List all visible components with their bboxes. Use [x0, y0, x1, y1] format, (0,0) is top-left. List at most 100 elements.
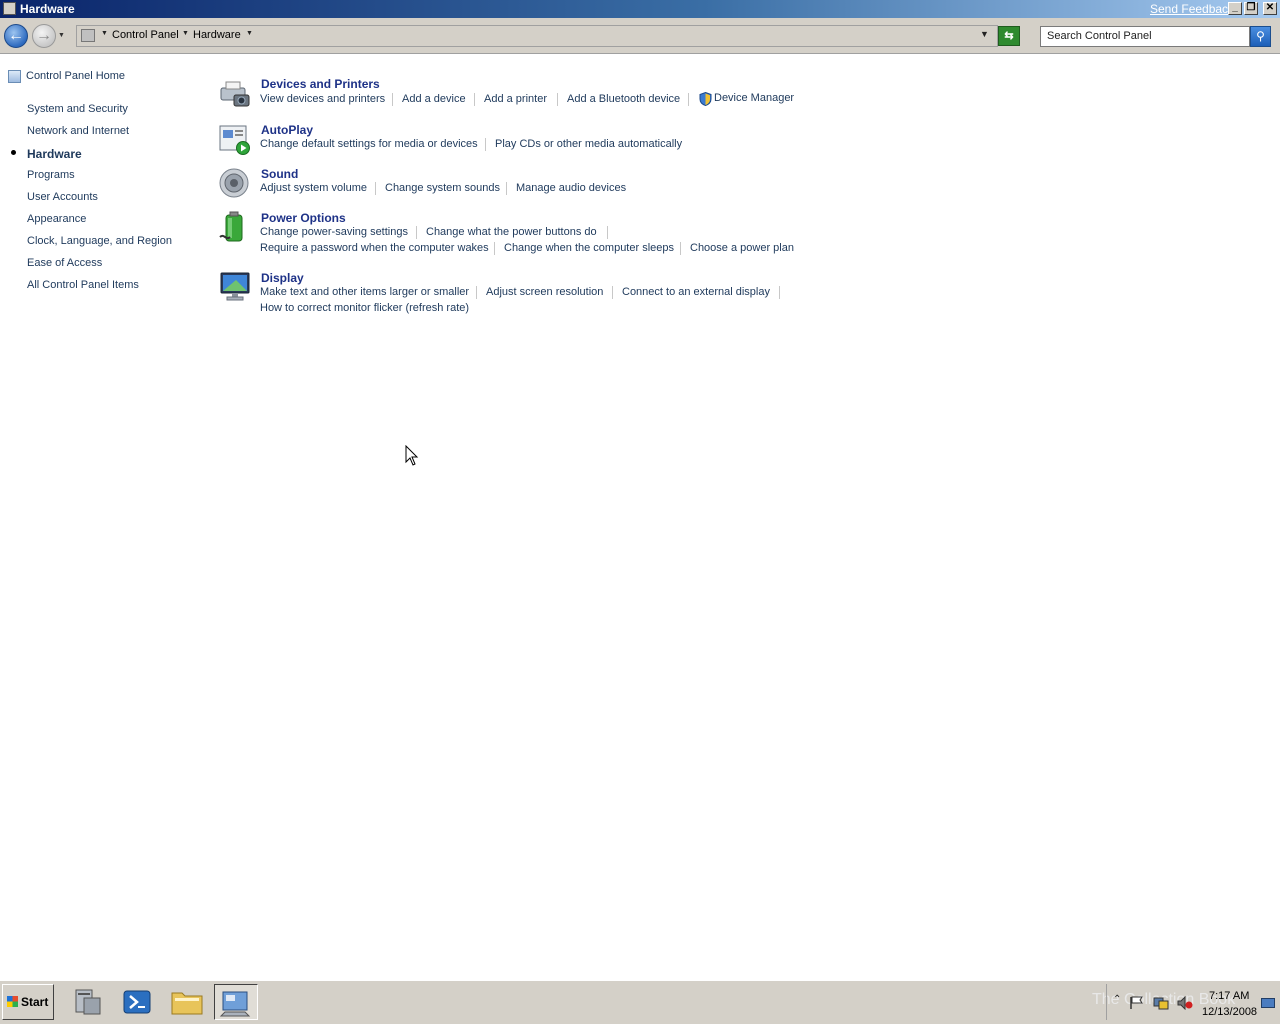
title-bar: Hardware Send Feedback _ ❐ ✕ [0, 0, 1280, 18]
monitor-icon [220, 272, 250, 301]
change-system-sounds-link[interactable]: Change system sounds [385, 182, 500, 194]
link-separator [779, 286, 780, 299]
chevron-down-icon[interactable]: ▼ [246, 30, 253, 37]
refresh-icon[interactable]: ⇆ [998, 26, 1020, 46]
server-manager-icon [75, 989, 101, 1015]
back-button[interactable]: ← [4, 24, 28, 48]
sidebar-item-programs[interactable]: Programs [27, 169, 75, 181]
action-center-flag-icon[interactable] [1129, 996, 1145, 1010]
link-separator [680, 242, 681, 255]
require-password-on-wake-link[interactable]: Require a password when the computer wak… [260, 242, 489, 254]
window-title: Hardware [20, 2, 75, 16]
forward-button[interactable]: → [32, 24, 56, 48]
change-default-media-settings-link[interactable]: Change default settings for media or dev… [260, 138, 478, 150]
powershell-icon [123, 990, 151, 1014]
control-panel-home-icon [8, 70, 21, 83]
add-a-bluetooth-device-link[interactable]: Add a Bluetooth device [567, 93, 680, 105]
change-power-buttons-link[interactable]: Change what the power buttons do [426, 226, 597, 238]
sidebar-item-appearance[interactable]: Appearance [27, 213, 86, 225]
recent-pages-chevron-icon[interactable]: ▼ [58, 32, 65, 39]
windows-logo-icon [7, 996, 18, 1007]
selected-bullet-icon [11, 150, 16, 155]
link-separator [474, 93, 475, 106]
breadcrumb-hardware[interactable]: Hardware [193, 29, 241, 41]
manage-audio-devices-link[interactable]: Manage audio devices [516, 182, 626, 194]
sidebar-item-ease-of-access[interactable]: Ease of Access [27, 257, 102, 269]
battery-icon [219, 211, 243, 242]
control-panel-taskbar-button[interactable] [214, 984, 258, 1020]
link-separator [494, 242, 495, 255]
windows-explorer-taskbar-button[interactable] [165, 984, 209, 1020]
taskbar: Start The Collection Book ⌃ 7:17 AM 12/1… [0, 980, 1280, 1024]
link-separator [557, 93, 558, 106]
sidebar-item-clock-language-region[interactable]: Clock, Language, and Region [27, 235, 172, 247]
link-separator [485, 138, 486, 151]
server-manager-taskbar-button[interactable] [66, 984, 110, 1020]
choose-power-plan-link[interactable]: Choose a power plan [690, 242, 794, 254]
sidebar-item-network-and-internet[interactable]: Network and Internet [27, 125, 129, 137]
link-separator [392, 93, 393, 106]
link-separator [476, 286, 477, 299]
connect-external-display-link[interactable]: Connect to an external display [622, 286, 770, 298]
chevron-down-icon[interactable]: ▼ [182, 30, 189, 37]
search-input[interactable]: Search Control Panel [1040, 26, 1250, 47]
adjust-screen-resolution-link[interactable]: Adjust screen resolution [486, 286, 603, 298]
navigation-bar: ← → ▼ ▼ Control Panel ▼ Hardware ▼ ▼ ⇆ S… [0, 18, 1280, 54]
adjust-system-volume-link[interactable]: Adjust system volume [260, 182, 367, 194]
link-separator [416, 226, 417, 239]
control-panel-icon [219, 991, 251, 1017]
uac-shield-icon [699, 92, 712, 106]
search-icon[interactable]: ⚲ [1250, 26, 1271, 47]
link-separator [612, 286, 613, 299]
view-devices-and-printers-link[interactable]: View devices and printers [260, 93, 385, 105]
network-icon[interactable] [1153, 996, 1169, 1010]
link-separator [506, 182, 507, 195]
control-panel-home-link[interactable]: Control Panel Home [26, 70, 125, 82]
add-a-printer-link[interactable]: Add a printer [484, 93, 547, 105]
change-sleep-time-link[interactable]: Change when the computer sleeps [504, 242, 674, 254]
control-panel-icon [81, 29, 95, 42]
address-bar[interactable]: ▼ Control Panel ▼ Hardware ▼ ▼ [76, 25, 998, 47]
close-button[interactable]: ✕ [1263, 2, 1277, 15]
monitor-flicker-help-link[interactable]: How to correct monitor flicker (refresh … [260, 302, 469, 314]
display-title[interactable]: Display [261, 271, 304, 285]
powershell-taskbar-button[interactable] [115, 984, 159, 1020]
send-feedback-link[interactable]: Send Feedback [1150, 2, 1234, 16]
search-placeholder: Search Control Panel [1047, 30, 1152, 42]
sound-title[interactable]: Sound [261, 167, 298, 181]
power-options-title[interactable]: Power Options [261, 211, 346, 225]
clock-time[interactable]: 7:17 AM [1209, 990, 1249, 1002]
minimize-button[interactable]: _ [1228, 2, 1242, 15]
sidebar-item-system-and-security[interactable]: System and Security [27, 103, 128, 115]
mouse-cursor-icon [405, 445, 419, 466]
breadcrumb-control-panel[interactable]: Control Panel [112, 29, 179, 41]
control-panel-icon [3, 2, 16, 15]
play-cds-automatically-link[interactable]: Play CDs or other media automatically [495, 138, 682, 150]
link-separator [688, 93, 689, 106]
chevron-down-icon[interactable]: ▼ [101, 30, 108, 37]
add-a-device-link[interactable]: Add a device [402, 93, 466, 105]
clock-date[interactable]: 12/13/2008 [1202, 1006, 1257, 1018]
system-tray: ⌃ 7:17 AM 12/13/2008 [1106, 984, 1278, 1020]
autoplay-title[interactable]: AutoPlay [261, 123, 313, 137]
printer-camera-icon [220, 81, 250, 107]
sidebar-item-all-control-panel-items[interactable]: All Control Panel Items [27, 279, 139, 291]
link-separator [607, 226, 608, 239]
volume-muted-icon[interactable] [1177, 996, 1193, 1010]
start-label: Start [21, 995, 49, 1009]
start-button[interactable]: Start [2, 984, 54, 1020]
autoplay-icon [219, 125, 250, 155]
make-text-larger-link[interactable]: Make text and other items larger or smal… [260, 286, 469, 298]
change-power-saving-settings-link[interactable]: Change power-saving settings [260, 226, 408, 238]
restore-button[interactable]: ❐ [1244, 2, 1258, 15]
address-dropdown-icon[interactable]: ▼ [980, 29, 989, 39]
device-manager-link[interactable]: Device Manager [714, 92, 794, 104]
link-separator [375, 182, 376, 195]
speaker-icon [219, 168, 249, 198]
folder-icon [171, 992, 203, 1015]
devices-and-printers-title[interactable]: Devices and Printers [261, 77, 380, 91]
show-desktop-icon[interactable] [1261, 998, 1275, 1008]
show-hidden-icons-chevron-icon[interactable]: ⌃ [1113, 994, 1121, 1005]
sidebar-item-user-accounts[interactable]: User Accounts [27, 191, 98, 203]
sidebar-item-hardware[interactable]: Hardware [27, 147, 82, 161]
